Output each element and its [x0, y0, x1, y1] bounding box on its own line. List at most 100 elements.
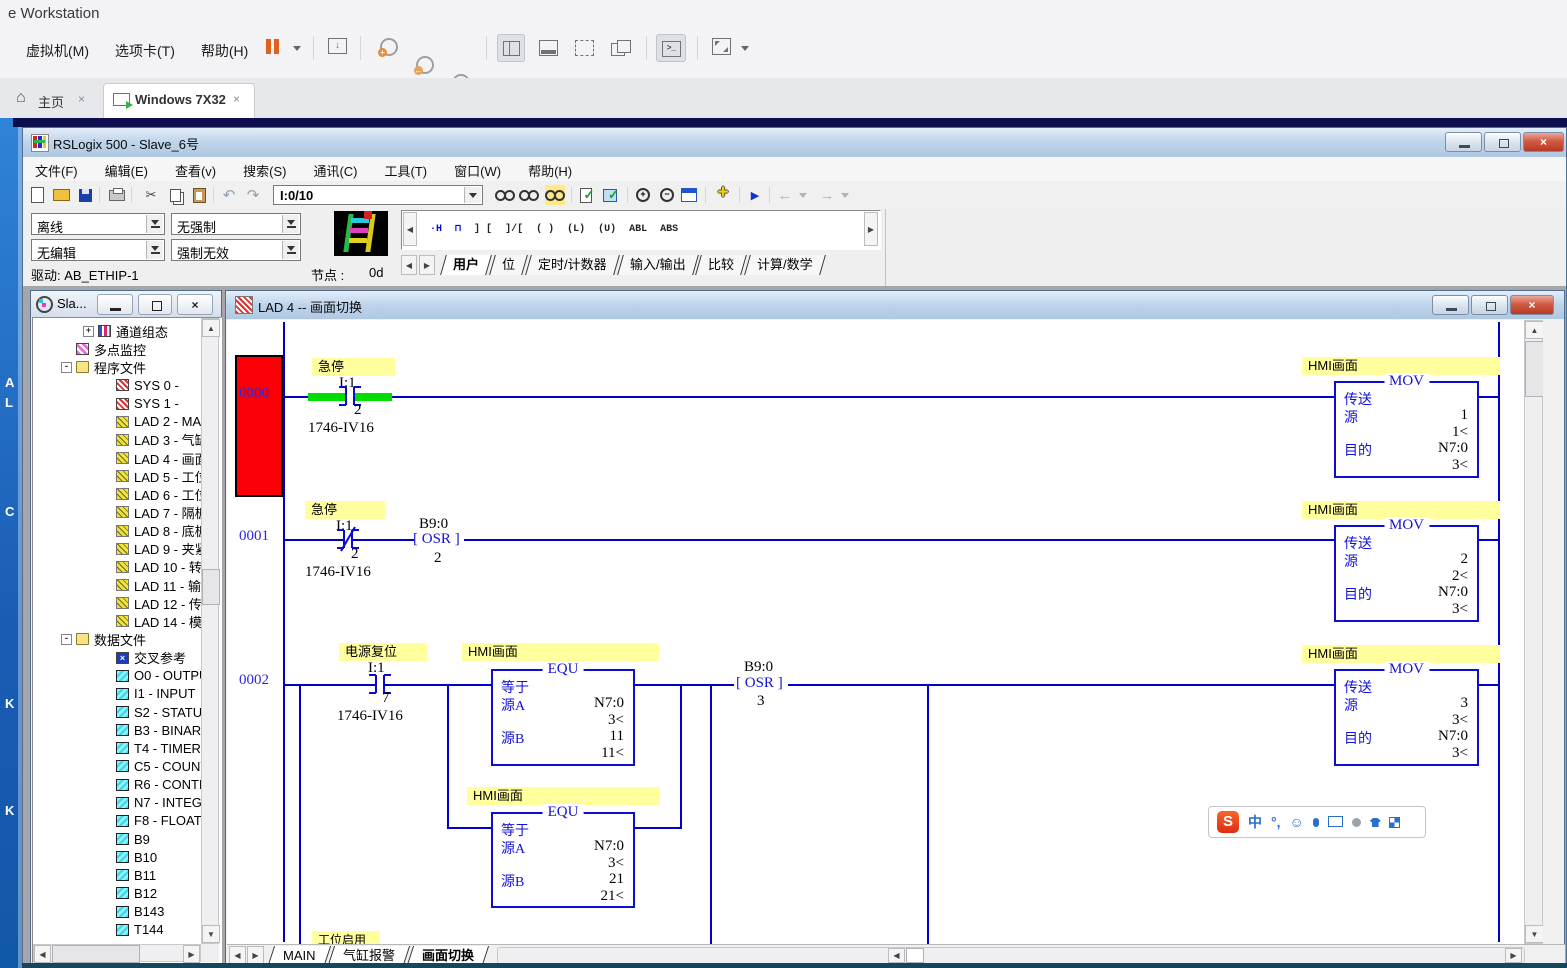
snapshot-take-icon[interactable]: + [380, 38, 398, 56]
address-combobox-dropdown[interactable] [464, 187, 481, 203]
new-rung-icon[interactable]: + [713, 183, 733, 203]
equ1-block[interactable]: EQU 等于 源A N7:0 3< 源B 21 21< [491, 812, 635, 908]
properties-grid-icon[interactable] [679, 185, 699, 205]
tree-item[interactable]: T4 - TIMER [35, 739, 201, 757]
instruction-symbol[interactable]: ]/[ [505, 224, 523, 235]
mov1-block[interactable]: MOV 传送 源 2 2< 目的 N7:0 3< [1334, 525, 1479, 622]
ime-account-icon[interactable] [1352, 814, 1361, 830]
tree-item[interactable]: LAD 3 - 气缸 [35, 431, 201, 449]
fit-dropdown-caret[interactable] [741, 46, 749, 51]
tree-hscrollbar[interactable]: ◀ ▶ [33, 944, 201, 962]
tree-item[interactable]: C5 - COUNT [35, 757, 201, 775]
verify-project-icon[interactable]: ✓ [601, 185, 621, 205]
palette-tabs-scroll-right[interactable]: ▶ [419, 255, 435, 275]
tree-item[interactable]: R6 - CONTR [35, 776, 201, 794]
rung1-osr[interactable]: OSR [413, 531, 460, 548]
instruction-symbol[interactable]: ( ) [536, 224, 554, 235]
tree-item[interactable]: SYS 1 - [35, 395, 201, 413]
palette-tab[interactable]: 定时/计数器 [525, 255, 619, 275]
sogou-logo-icon[interactable]: S [1217, 811, 1239, 833]
tree-item[interactable]: - 程序文件 [35, 358, 201, 376]
rslogix-menu-item[interactable]: 窗口(W) [454, 161, 501, 180]
mov0-block[interactable]: MOV 传送 源 1 1< 目的 N7:0 3< [1334, 381, 1479, 478]
tree-item[interactable]: 多点监控 [35, 340, 201, 358]
ime-toolbar[interactable]: S 中 °, ☺ [1208, 806, 1426, 838]
palette-tab[interactable]: 位 [489, 255, 528, 275]
nav-forward-icon[interactable]: → [817, 185, 837, 205]
palette-scroll-left[interactable]: ◀ [403, 212, 417, 246]
tree-item[interactable]: B3 - BINARY [35, 721, 201, 739]
lad-vscrollbar[interactable]: ▲ ▼ [1524, 320, 1543, 944]
palette-tab[interactable]: 计算/数学 [744, 255, 825, 275]
lad-scroll-up[interactable]: ▲ [1525, 321, 1543, 339]
rslogix-menu-item[interactable]: 查看(v) [175, 161, 216, 180]
vmware-menu-item[interactable]: 帮助(H) [199, 37, 250, 65]
tree-expand-toggle[interactable]: - [61, 362, 72, 373]
tab-home-close-icon[interactable]: × [78, 92, 85, 106]
show-thumbnail-bar-icon[interactable] [539, 40, 558, 56]
tree-resize-grip[interactable] [201, 944, 219, 962]
new-file-icon[interactable] [27, 185, 47, 205]
branch-symbol-label[interactable]: 工位启用 [312, 931, 380, 944]
rung0-symbol-label[interactable]: 急停 [312, 358, 395, 376]
zoom-in-icon[interactable]: + [633, 185, 653, 205]
ime-keyboard-icon[interactable] [1328, 814, 1343, 830]
tree-item[interactable]: B11 [35, 866, 201, 884]
tree-vscroll-thumb[interactable] [202, 569, 220, 605]
edits-combobox[interactable]: 无编辑 [31, 239, 165, 261]
rung2-osr[interactable]: OSR [736, 675, 783, 692]
palette-tab[interactable]: 输入/输出 [617, 255, 698, 275]
tree-scroll-right[interactable]: ▶ [183, 945, 200, 963]
snapshot-revert-icon[interactable]: ← [416, 56, 434, 74]
lad-hscroll-thumb[interactable] [906, 948, 924, 963]
nav-back-icon[interactable]: ← [775, 185, 795, 205]
tree-item[interactable]: LAD 4 - 画面 [35, 449, 201, 467]
equ1-header-label[interactable]: HMI画面 [467, 787, 660, 805]
instruction-symbol[interactable]: ⊓ [455, 223, 461, 235]
find-next-icon[interactable] [519, 185, 539, 205]
tree-titlebar[interactable]: Sla... × [31, 291, 221, 317]
paste-icon[interactable] [189, 185, 209, 205]
tree-item[interactable]: LAD 6 - 工位 [35, 485, 201, 503]
palette-tab[interactable]: 用户 [440, 255, 492, 275]
instruction-symbol[interactable]: ] [ [474, 224, 492, 235]
undo-icon[interactable]: ↶ [219, 185, 239, 205]
tree-item[interactable]: LAD 2 - MAIN [35, 413, 201, 431]
instruction-symbol[interactable]: ABL [629, 224, 647, 235]
force-state-combobox[interactable]: 强制无效 [171, 239, 301, 261]
open-file-icon[interactable] [51, 185, 71, 205]
tree-item[interactable]: B12 [35, 884, 201, 902]
ime-emoji-icon[interactable]: ☺ [1290, 814, 1304, 830]
rslogix-menu-item[interactable]: 编辑(E) [105, 161, 148, 180]
tree-item[interactable]: LAD 10 - 转 [35, 558, 201, 576]
pause-button[interactable] [266, 39, 279, 54]
copy-icon[interactable] [165, 185, 185, 205]
tree-item[interactable]: - 数据文件 [35, 630, 201, 648]
unity-icon[interactable] [611, 40, 629, 55]
rslogix-menu-item[interactable]: 通讯(C) [313, 161, 357, 180]
rslogix-menu-item[interactable]: 工具(T) [385, 161, 428, 180]
verify-file-icon[interactable]: ✓ [577, 185, 597, 205]
lad-restore-button[interactable] [1471, 295, 1508, 315]
equ0-block[interactable]: EQU 等于 源A N7:0 3< 源B 11 11< [491, 669, 635, 766]
equ0-header-label[interactable]: HMI画面 [462, 643, 659, 661]
cut-icon[interactable]: ✂ [141, 185, 161, 205]
tree-scroll-left[interactable]: ◀ [34, 945, 51, 963]
find-replace-icon[interactable] [545, 185, 565, 205]
rslogix-titlebar[interactable]: RSLogix 500 - Slave_6号 × [23, 128, 1566, 157]
print-icon[interactable] [107, 185, 127, 205]
rslogix-menu-item[interactable]: 帮助(H) [528, 161, 572, 180]
rung1-symbol-label[interactable]: 急停 [305, 501, 385, 519]
tree-item[interactable]: LAD 14 - 模 [35, 612, 201, 630]
forces-combobox[interactable]: 无强制 [171, 213, 301, 235]
rung0-selection-block[interactable] [235, 355, 283, 497]
tree-item[interactable]: LAD 12 - 传 [35, 594, 201, 612]
tree-expand-toggle[interactable]: - [61, 634, 72, 645]
instruction-symbol[interactable]: ·H [430, 224, 442, 235]
zoom-out-icon[interactable]: − [657, 185, 677, 205]
rung0-number[interactable]: 0000 [239, 385, 269, 402]
tree-item[interactable]: LAD 9 - 夹紧 [35, 540, 201, 558]
rslogix-menu-item[interactable]: 文件(F) [35, 161, 78, 180]
tree-item[interactable]: I1 - INPUT [35, 685, 201, 703]
tree-item[interactable]: + 通道组态 [35, 322, 201, 340]
